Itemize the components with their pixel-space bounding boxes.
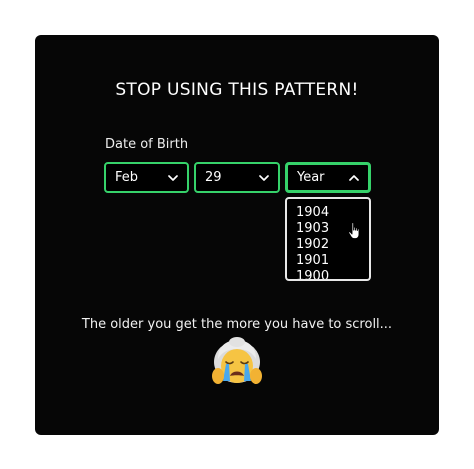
year-select[interactable]: Year bbox=[285, 162, 371, 193]
day-select-value: 29 bbox=[205, 170, 222, 185]
date-of-birth-label: Date of Birth bbox=[105, 137, 189, 152]
day-select[interactable]: 29 bbox=[194, 162, 280, 193]
chevron-down-icon bbox=[250, 164, 278, 191]
year-select-value: Year bbox=[297, 170, 325, 185]
crying-old-woman-emoji bbox=[208, 335, 266, 389]
month-select-value: Feb bbox=[115, 170, 139, 185]
card: STOP USING THIS PATTERN! Date of Birth F… bbox=[35, 35, 439, 435]
chevron-up-icon bbox=[340, 165, 368, 190]
year-option[interactable]: 1901 bbox=[287, 253, 369, 269]
month-select[interactable]: Feb bbox=[104, 162, 189, 193]
year-option[interactable]: 1900 bbox=[287, 269, 369, 279]
chevron-down-icon bbox=[159, 164, 187, 191]
year-option[interactable]: 1904 bbox=[287, 205, 369, 221]
caption-text: The older you get the more you have to s… bbox=[81, 317, 393, 332]
hand-pointer-icon bbox=[348, 222, 362, 240]
page-title: STOP USING THIS PATTERN! bbox=[115, 80, 359, 100]
